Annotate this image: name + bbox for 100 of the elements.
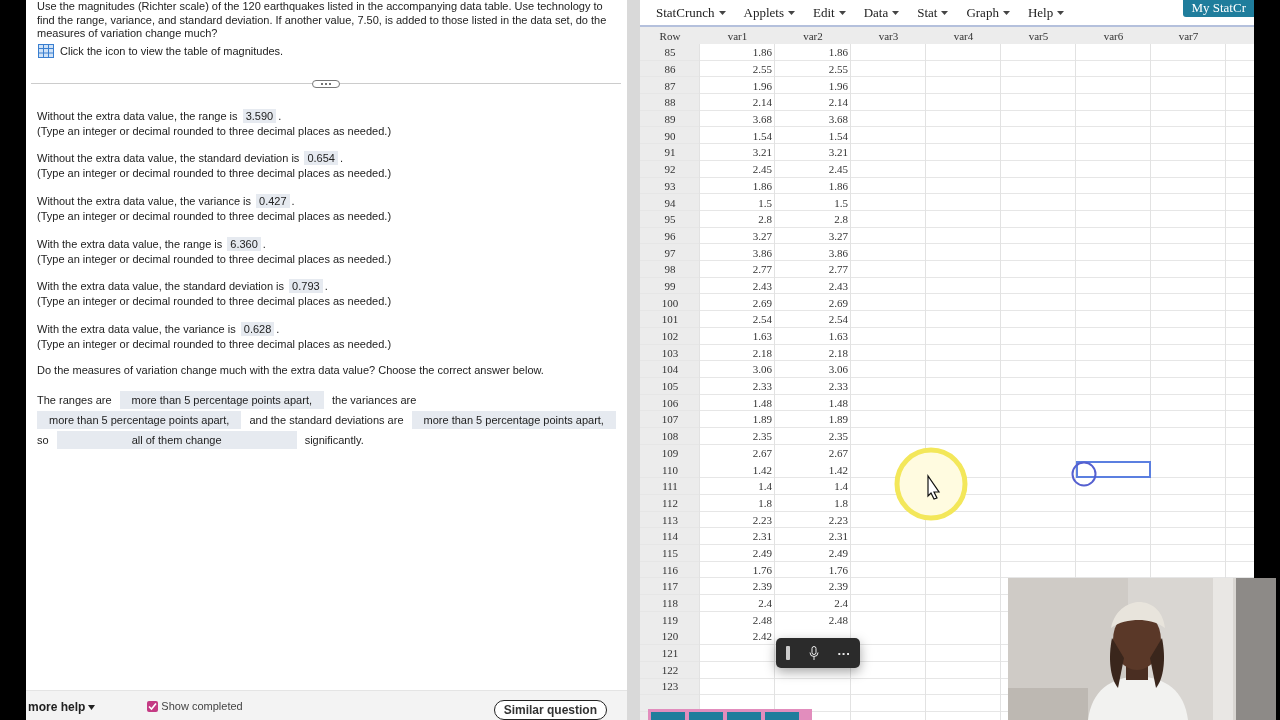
table-cell: 1.86 bbox=[752, 179, 772, 192]
row-number: 106 bbox=[661, 396, 679, 409]
punctuation: . bbox=[278, 109, 282, 122]
table-cell: 2.48 bbox=[752, 613, 772, 626]
row-number: 117 bbox=[661, 580, 679, 593]
column-header[interactable]: Row bbox=[640, 27, 700, 44]
row-number: 111 bbox=[662, 480, 678, 493]
table-icon[interactable] bbox=[38, 43, 54, 58]
table-cell: 2.69 bbox=[828, 296, 848, 309]
sentence-text: so bbox=[37, 434, 49, 447]
caret-icon bbox=[787, 10, 795, 15]
table-cell: 2.69 bbox=[752, 296, 772, 309]
answer-field[interactable]: 6.360 bbox=[227, 236, 261, 251]
selected-cell[interactable] bbox=[1076, 461, 1151, 478]
table-cell: 3.21 bbox=[752, 146, 772, 159]
grip-icon[interactable] bbox=[785, 646, 790, 660]
punctuation: . bbox=[262, 237, 266, 250]
punctuation: . bbox=[276, 322, 280, 335]
sentence-text: and the standard deviations are bbox=[249, 414, 404, 427]
answer-field[interactable]: 0.628 bbox=[240, 321, 275, 336]
answer-field[interactable]: 0.654 bbox=[304, 151, 338, 166]
row-number: 101 bbox=[661, 313, 679, 326]
menu-item[interactable]: Edit bbox=[812, 4, 846, 21]
answer-dropdown[interactable]: more than 5 percentage points apart, bbox=[411, 411, 616, 430]
answer-dropdown[interactable]: more than 5 percentage points apart, bbox=[37, 411, 242, 430]
menu-item[interactable]: Help bbox=[1027, 4, 1065, 21]
row-number: 91 bbox=[664, 146, 676, 159]
answer-field[interactable]: 3.590 bbox=[242, 108, 277, 123]
table-cell: 1.48 bbox=[752, 396, 772, 409]
more-help-link[interactable]: more help bbox=[28, 700, 96, 714]
row-number: 88 bbox=[664, 96, 676, 109]
column-header[interactable]: var7 bbox=[1151, 27, 1226, 44]
table-cell: 2.33 bbox=[828, 380, 848, 393]
microphone-icon[interactable] bbox=[808, 645, 819, 661]
table-cell: 1.5 bbox=[834, 196, 848, 209]
column-header[interactable]: var3 bbox=[851, 27, 926, 44]
table-cell: 1.63 bbox=[752, 330, 772, 343]
menu-item[interactable]: Data bbox=[863, 4, 900, 21]
answer-dropdown[interactable]: more than 5 percentage points apart, bbox=[119, 391, 324, 410]
more-options-button[interactable]: ··· bbox=[837, 645, 851, 661]
table-cell: 2.31 bbox=[752, 530, 772, 543]
table-cell: 1.42 bbox=[752, 463, 772, 476]
expand-handle-icon[interactable] bbox=[312, 79, 340, 88]
account-button[interactable]: My StatCr bbox=[1183, 0, 1254, 17]
answer-dropdown[interactable]: all of them change bbox=[56, 431, 297, 450]
row-number: 122 bbox=[661, 663, 679, 676]
table-cell: 2.14 bbox=[752, 96, 772, 109]
table-cell: 2.67 bbox=[828, 446, 848, 459]
answer-field[interactable]: 0.427 bbox=[256, 193, 290, 208]
table-cell: 1.89 bbox=[752, 413, 772, 426]
answer-label: With the extra data value, the variance is bbox=[37, 322, 237, 335]
column-header[interactable]: var5 bbox=[1001, 27, 1076, 44]
row-number: 121 bbox=[661, 647, 679, 660]
row-number: 99 bbox=[664, 279, 676, 292]
table-cell: 2.49 bbox=[828, 546, 848, 559]
table-cell: 1.54 bbox=[752, 129, 772, 142]
table-cell: 2.67 bbox=[752, 446, 772, 459]
answer-field[interactable]: 0.793 bbox=[289, 279, 323, 294]
row-number: 92 bbox=[664, 163, 676, 176]
column-header[interactable]: var1 bbox=[700, 27, 775, 44]
punctuation: . bbox=[291, 194, 295, 207]
table-cell: 1.89 bbox=[828, 413, 848, 426]
punctuation: . bbox=[339, 152, 343, 165]
table-cell: 1.8 bbox=[834, 496, 848, 509]
row-number: 108 bbox=[661, 430, 679, 443]
question-text: Do the measures of variation change much with the extra data value? Choose the correct answer below. bbox=[37, 364, 545, 377]
row-number: 102 bbox=[661, 330, 679, 343]
table-cell: 1.76 bbox=[752, 563, 772, 576]
row-number: 103 bbox=[661, 346, 679, 359]
question-text: Use the magnitudes (Richter scale) of the 120 earthquakes listed in the accompanying data table. Use technology to find the range, variance, and standard deviation. If another value, 7.50, is added to those listed in the data set, do the measures of variation change much? bbox=[37, 0, 608, 41]
table-cell: 2.54 bbox=[752, 313, 772, 326]
table-cell: 3.06 bbox=[752, 363, 772, 376]
table-cell: 1.63 bbox=[828, 330, 848, 343]
answer-label: Without the extra data value, the range is bbox=[37, 109, 239, 122]
table-cell: 3.21 bbox=[828, 146, 848, 159]
table-cell: 2.23 bbox=[752, 513, 772, 526]
row-number: 107 bbox=[661, 413, 679, 426]
table-cell: 1.86 bbox=[828, 46, 848, 59]
table-cell: 3.27 bbox=[828, 229, 848, 242]
hint-text: (Type an integer or decimal rounded to three decimal places as needed.) bbox=[37, 251, 393, 267]
table-cell: 2.45 bbox=[828, 163, 848, 176]
caret-icon bbox=[838, 10, 846, 15]
menu-item[interactable]: StatCrunch bbox=[656, 4, 726, 21]
column-header[interactable]: var4 bbox=[926, 27, 1001, 44]
column-header[interactable]: var2 bbox=[775, 27, 851, 44]
table-cell: 2.43 bbox=[752, 279, 772, 292]
checkbox[interactable] bbox=[147, 700, 159, 712]
table-cell: 2.8 bbox=[758, 213, 772, 226]
row-number: 94 bbox=[664, 196, 676, 209]
table-cell: 3.27 bbox=[752, 229, 772, 242]
table-cell: 1.5 bbox=[758, 196, 772, 209]
hint-text: (Type an integer or decimal rounded to three decimal places as needed.) bbox=[37, 208, 393, 224]
similar-question-button[interactable]: Similar question bbox=[493, 700, 607, 720]
table-cell: 1.8 bbox=[758, 496, 772, 509]
menu-item[interactable]: Stat bbox=[917, 4, 949, 21]
menu-item[interactable]: Graph bbox=[966, 4, 1010, 21]
column-header[interactable]: var6 bbox=[1076, 27, 1151, 44]
table-cell: 2.45 bbox=[752, 163, 772, 176]
menu-item[interactable]: Applets bbox=[743, 4, 795, 21]
table-cell: 3.86 bbox=[752, 246, 772, 259]
